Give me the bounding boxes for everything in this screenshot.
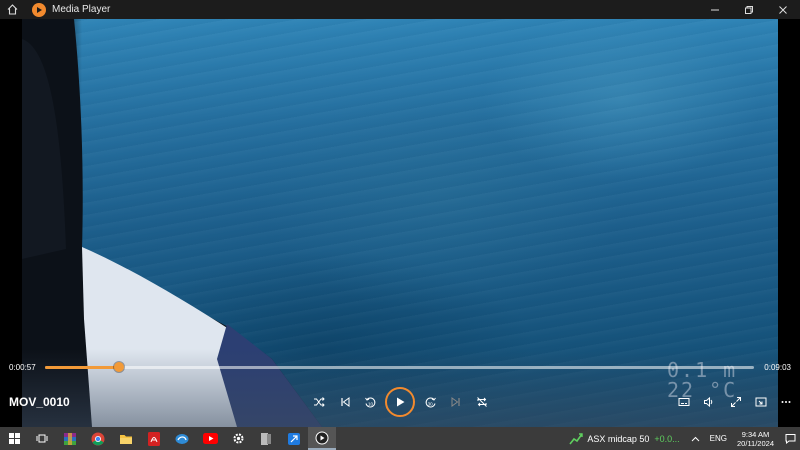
- shuffle-button[interactable]: [307, 391, 331, 413]
- stock-change: +0.0...: [654, 433, 680, 444]
- store-button[interactable]: [280, 427, 308, 450]
- svg-text:10: 10: [368, 401, 374, 406]
- svg-text:30: 30: [427, 401, 433, 406]
- play-button[interactable]: [385, 387, 415, 417]
- file-explorer-button[interactable]: [112, 427, 140, 450]
- task-view-button[interactable]: [28, 427, 56, 450]
- fullscreen-icon: [731, 397, 741, 407]
- close-icon: [779, 5, 787, 14]
- show-hidden-icons-button[interactable]: [686, 427, 706, 450]
- stock-chart-icon: [569, 432, 584, 444]
- captions-icon: [678, 398, 690, 406]
- forward-30-icon: 30: [425, 396, 436, 407]
- app-icon: [261, 432, 271, 445]
- restore-icon: [745, 5, 753, 14]
- more-button[interactable]: [774, 391, 798, 413]
- rewind-10-button[interactable]: 10: [358, 391, 382, 413]
- clock-time: 9:34 AM: [741, 429, 770, 439]
- next-icon: [451, 397, 460, 407]
- home-button[interactable]: [0, 0, 24, 19]
- youtube-icon: [202, 433, 218, 444]
- settings-icon: [233, 433, 243, 444]
- previous-icon: [341, 397, 350, 407]
- chrome-button[interactable]: [84, 427, 112, 450]
- repeat-button[interactable]: [470, 391, 494, 413]
- home-icon: [7, 4, 17, 15]
- youtube-button[interactable]: [196, 427, 224, 450]
- app-button[interactable]: [252, 427, 280, 450]
- taskbar: ASX midcap 50 +0.0... ENG 9:34 AM 20/11/…: [0, 427, 800, 450]
- stock-widget[interactable]: ASX midcap 50 +0.0...: [569, 432, 680, 445]
- edge-legacy-icon: [175, 433, 189, 444]
- media-player-app-icon: [32, 2, 46, 17]
- media-player-icon: [315, 431, 329, 444]
- miniplayer-button[interactable]: [749, 391, 773, 413]
- minimize-icon: [711, 9, 719, 10]
- notification-icon: [785, 434, 795, 444]
- file-explorer-icon: [120, 434, 132, 444]
- more-icon: [781, 401, 791, 403]
- pdf-icon: [148, 431, 160, 446]
- previous-button[interactable]: [333, 391, 357, 413]
- edge-legacy-button[interactable]: [168, 427, 196, 450]
- window-controls: [698, 0, 800, 19]
- clock[interactable]: 9:34 AM 20/11/2024: [737, 430, 774, 448]
- notifications-button[interactable]: [780, 427, 800, 450]
- stock-name: ASX midcap 50: [587, 433, 650, 444]
- volume-icon: [704, 396, 713, 408]
- restore-button[interactable]: [732, 0, 766, 19]
- title-bar: Media Player: [0, 0, 800, 19]
- volume-button[interactable]: [697, 391, 721, 413]
- miniplayer-icon: [755, 397, 767, 407]
- fullscreen-button[interactable]: [724, 391, 748, 413]
- rewind-10-icon: 10: [364, 396, 375, 407]
- repeat-off-icon: [477, 397, 487, 407]
- start-icon: [8, 433, 20, 444]
- chevron-up-icon: [691, 436, 700, 441]
- start-button[interactable]: [0, 427, 28, 450]
- clock-date: 20/11/2024: [737, 438, 774, 448]
- current-time: 0:00:57: [9, 363, 36, 372]
- chrome-icon: [91, 432, 105, 445]
- total-time: 0:09:03: [764, 363, 791, 372]
- winrar-button[interactable]: [56, 427, 84, 450]
- next-button[interactable]: [444, 391, 468, 413]
- seek-bar[interactable]: [45, 362, 754, 372]
- forward-30-button[interactable]: 30: [418, 391, 442, 413]
- close-button[interactable]: [766, 0, 800, 19]
- media-player-taskbar-button[interactable]: [308, 427, 336, 450]
- winrar-icon: [64, 432, 76, 445]
- pdf-button[interactable]: [140, 427, 168, 450]
- language-indicator[interactable]: ENG: [710, 434, 727, 443]
- system-tray: ASX midcap 50 +0.0... ENG 9:34 AM 20/11/…: [569, 427, 800, 450]
- store-icon: [288, 432, 300, 445]
- captions-button[interactable]: [672, 391, 696, 413]
- window-title: Media Player: [52, 4, 111, 15]
- task-view-icon: [36, 434, 48, 443]
- shuffle-icon: [314, 397, 325, 407]
- settings-button[interactable]: [224, 427, 252, 450]
- seek-bar-progress: [45, 366, 120, 369]
- media-title: MOV_0010: [9, 395, 70, 409]
- play-icon: [397, 397, 405, 407]
- minimize-button[interactable]: [698, 0, 732, 19]
